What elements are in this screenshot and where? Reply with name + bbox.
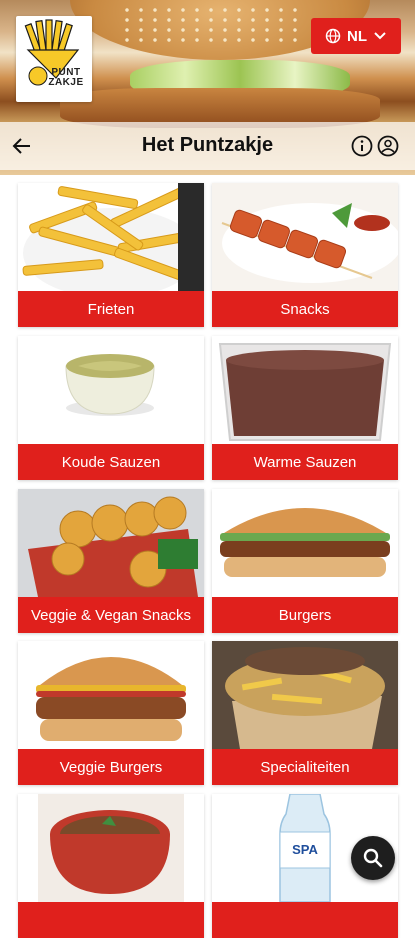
category-label: Snacks [212, 291, 398, 327]
veggie-snacks-photo [18, 489, 204, 597]
warm-sauce-photo [212, 336, 398, 444]
globe-icon [325, 28, 341, 44]
category-label: Burgers [212, 597, 398, 633]
category-card-veggie-burgers[interactable]: Veggie Burgers [18, 641, 204, 785]
category-label-text: Koude Sauzen [61, 453, 161, 471]
category-label-text: Frieten [87, 300, 135, 318]
fries-photo [18, 183, 204, 291]
category-label-text: Snacks [280, 300, 330, 318]
stew-pot-photo [18, 794, 204, 902]
category-label: Veggie Burgers [18, 749, 204, 785]
brand-logo[interactable]: PUNT ZAKJE [16, 16, 92, 102]
category-label [18, 902, 204, 938]
category-card-stew[interactable] [18, 794, 204, 938]
category-card-specialiteiten[interactable]: Specialiteiten [212, 641, 398, 785]
category-card-koude-sauzen[interactable]: Koude Sauzen [18, 336, 204, 480]
category-label [212, 902, 398, 938]
category-label-text: Warme Sauzen [253, 453, 357, 471]
category-label-text: Veggie Burgers [59, 758, 163, 776]
burger-photo [212, 489, 398, 597]
veggie-burger-photo [18, 641, 204, 749]
info-icon[interactable] [351, 135, 373, 157]
fries-cone-logo-icon [24, 19, 80, 86]
logo-text-line2: ZAKJE [48, 77, 84, 88]
category-label: Specialiteiten [212, 749, 398, 785]
skewer-snack-photo [212, 183, 398, 291]
banner-sesame [120, 5, 300, 45]
category-label-text: Veggie & Vegan Snacks [30, 606, 192, 624]
search-button[interactable] [351, 836, 395, 880]
category-card-warme-sauzen[interactable]: Warme Sauzen [212, 336, 398, 480]
category-label-text: Burgers [278, 606, 332, 624]
title-bar: Het Puntzakje [0, 122, 415, 170]
category-label-text: Specialiteiten [260, 758, 350, 776]
category-card-frieten[interactable]: Frieten [18, 183, 204, 327]
category-card-snacks[interactable]: Snacks [212, 183, 398, 327]
svg-text:SPA: SPA [292, 842, 318, 857]
category-card-veggie-vegan-snacks[interactable]: Veggie & Vegan Snacks [18, 489, 204, 633]
language-button[interactable]: NL [311, 18, 401, 54]
header-banner: PUNT ZAKJE NL Het Puntzakje [0, 0, 415, 175]
account-icon[interactable] [377, 135, 399, 157]
category-label: Frieten [18, 291, 204, 327]
loaded-fries-photo [212, 641, 398, 749]
category-label: Warme Sauzen [212, 444, 398, 480]
logo-text: PUNT ZAKJE [46, 68, 86, 88]
category-label: Veggie & Vegan Snacks [18, 597, 204, 633]
chevron-down-icon [374, 32, 386, 40]
language-label: NL [347, 27, 367, 45]
category-card-burgers[interactable]: Burgers [212, 489, 398, 633]
cold-sauce-photo [18, 336, 204, 444]
search-icon [363, 848, 383, 868]
category-label: Koude Sauzen [18, 444, 204, 480]
